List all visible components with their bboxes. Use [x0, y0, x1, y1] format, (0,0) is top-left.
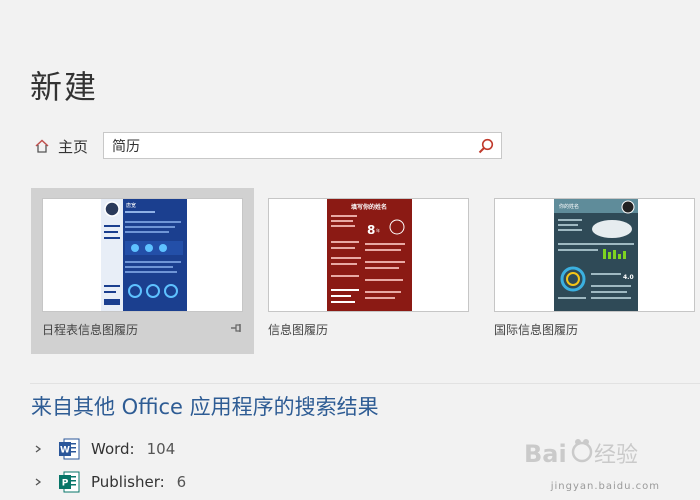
template-thumbnail: 你的姓名 4.0 — [494, 198, 695, 312]
thumb-unit-text: 年 — [376, 227, 380, 233]
chevron-right-icon[interactable] — [33, 444, 43, 454]
template-name: 国际信息图履历 — [494, 323, 579, 337]
home-nav-button[interactable]: 主页 — [34, 134, 88, 158]
result-app-name: Publisher: — [91, 473, 165, 491]
thumb-score-text: 4.0 — [623, 274, 634, 281]
template-card-infographic-resume[interactable]: 填写你的姓名 8 年 信息图履历 — [257, 188, 480, 354]
home-icon — [35, 139, 49, 153]
svg-text:Bai: Bai — [524, 440, 567, 468]
result-count: 6 — [176, 473, 187, 491]
result-count: 104 — [146, 440, 176, 458]
template-thumbnail: 唐宽 — [42, 198, 243, 312]
template-card-international-infographic-resume[interactable]: 你的姓名 4.0 国际信息图履历 — [483, 188, 700, 354]
publisher-icon: P — [59, 471, 80, 493]
thumb-title-text: 填写你的姓名 — [351, 203, 387, 211]
section-divider — [30, 383, 700, 384]
thumb-number-text: 8 — [367, 223, 375, 237]
result-row-word[interactable]: W Word: 104 — [33, 436, 175, 462]
word-icon: W — [59, 438, 80, 460]
search-input[interactable] — [112, 136, 452, 156]
baidu-jingyan-watermark-logo: Bai 经验 — [524, 436, 654, 476]
template-name: 日程表信息图履历 — [42, 323, 139, 337]
page-title: 新建 — [30, 68, 99, 106]
template-card-timeline-infographic-resume[interactable]: 唐宽 日程表信息图履历 — [31, 188, 254, 354]
result-row-publisher[interactable]: P Publisher: 6 — [33, 469, 186, 495]
result-app-name: Word: — [91, 440, 135, 458]
watermark-url: jingyan.baidu.com — [550, 481, 660, 492]
other-apps-results-heading: 来自其他 Office 应用程序的搜索结果 — [31, 395, 379, 419]
svg-text:P: P — [62, 479, 69, 489]
infographic-resume-preview: 填写你的姓名 8 年 — [327, 199, 412, 311]
svg-text:W: W — [60, 446, 70, 456]
template-name: 信息图履历 — [268, 323, 329, 337]
thumb-title-text: 你的姓名 — [559, 203, 579, 210]
pin-icon[interactable] — [230, 322, 242, 334]
search-icon[interactable] — [477, 137, 495, 155]
international-resume-preview: 你的姓名 4.0 — [554, 199, 638, 311]
timeline-resume-preview: 唐宽 — [101, 199, 187, 311]
svg-text:经验: 经验 — [594, 443, 638, 468]
template-thumbnail: 填写你的姓名 8 年 — [268, 198, 469, 312]
search-box[interactable] — [103, 132, 502, 159]
home-label: 主页 — [58, 137, 89, 156]
chevron-right-icon[interactable] — [33, 477, 43, 487]
thumb-name-text: 唐宽 — [126, 202, 136, 209]
